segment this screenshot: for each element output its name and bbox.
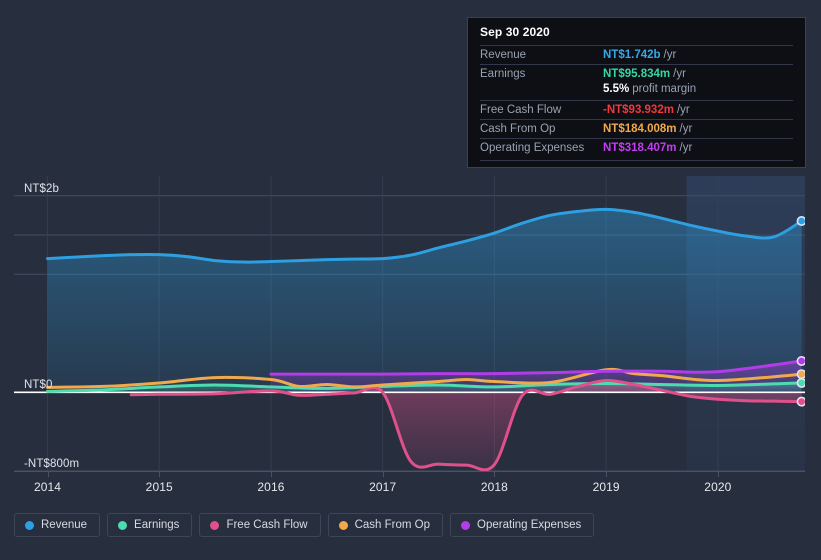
tooltip-row-value-wrap: 5.5% profit margin — [603, 83, 696, 95]
tooltip-row-label: Operating Expenses — [480, 142, 585, 154]
tooltip-rows: Revenue NT$1.742b/yr Earnings NT$95.834m/yr… — [480, 45, 793, 157]
tooltip-row-value-wrap: NT$95.834m/yr — [603, 68, 686, 80]
x-axis-label: 2014 — [33, 480, 62, 494]
tooltip-row: Operating Expenses NT$318.407m/yr — [480, 138, 793, 157]
tooltip-row-value-wrap: -NT$93.932m/yr — [603, 104, 690, 116]
endpoint-cash-from-op — [796, 369, 805, 380]
tooltip-row-unit: /yr — [676, 104, 690, 116]
endpoint-revenue — [796, 216, 805, 226]
area-revenue — [47, 209, 802, 393]
tooltip-row-unit: /yr — [679, 123, 693, 135]
x-axis-tick — [159, 471, 161, 477]
tooltip-row-unit: /yr — [673, 68, 686, 80]
y-axis-label: NT$0 — [24, 379, 53, 392]
tooltip-row-value: NT$1.742b — [603, 49, 661, 61]
x-axis-tick — [606, 471, 608, 477]
legend-item-operating-expenses[interactable]: Operating Expenses — [450, 513, 595, 537]
x-axis-line — [14, 471, 805, 472]
x-axis-label: 2015 — [145, 480, 173, 494]
endpoint-earnings — [796, 377, 805, 388]
legend-color-dot-icon — [210, 520, 220, 530]
tooltip-row-unit: profit margin — [632, 83, 697, 95]
tooltip-row-value-wrap: NT$318.407m/yr — [603, 142, 692, 154]
chart-screenshot: NT$2b NT$0 -NT$800m 2014 2015 2016 2017 2018 20… — [0, 0, 821, 560]
legend-color-dot-icon — [25, 520, 34, 530]
tooltip-row-unit: /yr — [679, 142, 693, 154]
tooltip-row: 5.5% profit margin — [480, 83, 793, 100]
legend-item-label: Earnings — [134, 519, 180, 531]
x-axis-tick — [47, 471, 49, 477]
tooltip-row: Revenue NT$1.742b/yr — [480, 45, 793, 64]
tooltip-row-label: Revenue — [480, 49, 527, 61]
chart-plot-area — [14, 176, 805, 471]
tooltip-date: Sep 30 2020 — [480, 25, 550, 39]
legend-item-label: Cash From Op — [354, 519, 431, 531]
y-axis-label: -NT$800m — [24, 458, 80, 470]
tooltip-footer-divider — [480, 160, 793, 161]
legend-item-cash-from-op[interactable]: Cash From Op — [327, 513, 444, 537]
endpoint-free-cash-flow — [796, 396, 805, 407]
x-axis-tick — [494, 471, 496, 477]
tooltip-row-value-wrap: NT$184.008m/yr — [603, 123, 692, 135]
legend-color-dot-icon — [461, 520, 471, 530]
x-axis-tick — [382, 471, 384, 477]
tooltip-row-label: Earnings — [480, 68, 526, 80]
legend-item-free-cash-flow[interactable]: Free Cash Flow — [199, 513, 321, 537]
endpoint-operating-expenses — [796, 356, 805, 366]
x-axis-tick — [717, 471, 719, 477]
tooltip-row: Cash From Op NT$184.008m/yr — [480, 119, 793, 138]
tooltip-row-value-wrap: NT$1.742b/yr — [603, 49, 676, 61]
legend-item-label: Free Cash Flow — [226, 519, 308, 531]
tooltip-row-label: Cash From Op — [480, 123, 556, 135]
tooltip-row: Free Cash Flow -NT$93.932m/yr — [480, 100, 793, 119]
y-axis-label: NT$2b — [24, 182, 60, 195]
legend-item-earnings[interactable]: Earnings — [107, 513, 193, 537]
legend-color-dot-icon — [118, 520, 128, 530]
data-tooltip: Sep 30 2020 Revenue NT$1.742b/yr Earnings N… — [467, 17, 806, 168]
x-axis-label: 2018 — [480, 480, 508, 494]
x-axis-label: 2020 — [704, 480, 732, 494]
tooltip-row: Earnings NT$95.834m/yr — [480, 64, 793, 83]
legend-item-label: Revenue — [41, 519, 88, 531]
x-axis-label: 2017 — [369, 480, 397, 494]
chart-legend: Revenue Earnings Free Cash Flow Cash From O… — [14, 513, 595, 537]
legend-item-revenue[interactable]: Revenue — [14, 513, 101, 537]
tooltip-row-unit: /yr — [663, 49, 677, 61]
tooltip-row-value: 5.5% — [603, 83, 630, 95]
tooltip-row-value: NT$95.834m — [603, 68, 671, 80]
legend-item-label: Operating Expenses — [477, 519, 582, 531]
x-axis-label: 2016 — [257, 480, 285, 494]
legend-color-dot-icon — [338, 520, 348, 530]
tooltip-row-label: Free Cash Flow — [480, 104, 562, 116]
tooltip-row-value: NT$184.008m — [603, 123, 677, 135]
tooltip-row-value: NT$318.407m — [603, 142, 677, 154]
tooltip-row-value: -NT$93.932m — [603, 104, 674, 116]
x-axis-label: 2019 — [592, 480, 620, 494]
x-axis-tick — [270, 471, 272, 477]
